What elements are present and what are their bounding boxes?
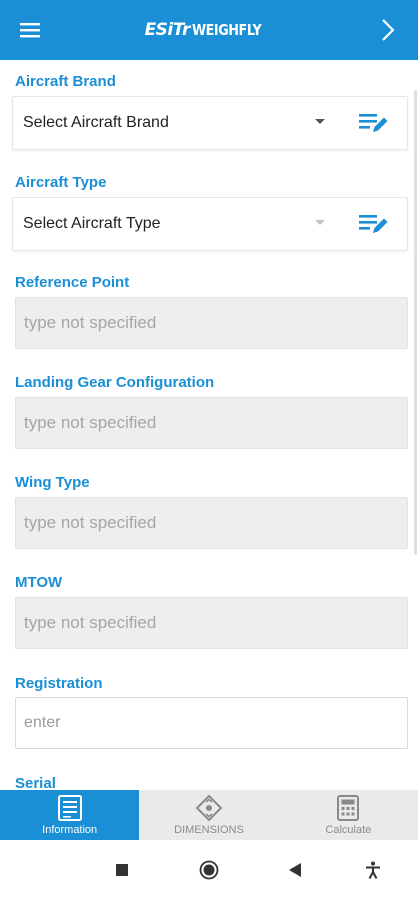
tab-calculate[interactable]: Calculate [279,790,418,840]
edit-list-icon[interactable] [359,212,389,236]
landing-gear-field: type not specified [15,397,408,449]
back-button[interactable] [283,858,307,882]
home-button[interactable] [197,858,221,882]
aircraft-brand-label: Aircraft Brand [15,73,116,90]
bottom-tab-bar: Information DIMENSIONS Calculate [0,790,418,840]
system-nav-bar [0,840,418,900]
chevron-right-icon [382,19,395,41]
reference-point-value: type not specified [24,313,157,332]
registration-label: Registration [15,675,103,692]
edit-list-icon[interactable] [359,111,389,135]
aircraft-type-label: Aircraft Type [15,174,107,191]
landing-gear-value: type not specified [24,413,157,432]
tab-information[interactable]: Information [0,790,140,840]
logo-brand: ESiTr [144,20,191,40]
next-button[interactable] [358,0,418,60]
tab-calculate-label: Calculate [325,824,372,836]
accessibility-button[interactable] [361,858,385,882]
mtow-label: MTOW [15,574,63,591]
back-icon [289,863,301,877]
mtow-field: type not specified [15,597,408,649]
wing-type-value: type not specified [24,513,157,532]
tab-information-label: Information [42,824,98,836]
scrollbar[interactable] [414,90,417,555]
tab-dimensions-label: DIMENSIONS [174,824,244,836]
logo-product: WEIGHFLY [191,21,262,39]
information-form[interactable]: Aircraft Brand Select Aircraft Brand Air… [0,60,418,790]
calculator-icon [334,794,362,822]
registration-input-box[interactable] [15,697,408,749]
form-icon [56,794,84,822]
reference-point-field: type not specified [15,297,408,349]
hamburger-icon [20,23,40,38]
aircraft-brand-select[interactable]: Select Aircraft Brand [12,96,408,150]
menu-button[interactable] [0,0,60,60]
wing-type-field: type not specified [15,497,408,549]
aircraft-type-select[interactable]: Select Aircraft Type [12,197,408,251]
dropdown-arrow-icon [315,119,325,124]
reference-point-label: Reference Point [15,274,130,291]
wing-type-label: Wing Type [15,474,90,491]
recent-apps-icon [116,864,128,876]
app-logo: ESiTr WEIGHFLY [145,20,274,40]
aircraft-type-value: Select Aircraft Type [23,215,161,232]
accessibility-icon [366,861,380,879]
registration-input[interactable] [16,698,407,748]
tab-dimensions[interactable]: DIMENSIONS [139,790,278,840]
recent-apps-button[interactable] [110,858,134,882]
dimensions-icon [195,794,223,822]
app-bar: ESiTr WEIGHFLY [0,0,418,60]
serial-label: Serial [15,775,56,790]
landing-gear-label: Landing Gear Configuration [15,374,215,391]
mtow-value: type not specified [24,613,157,632]
aircraft-brand-value: Select Aircraft Brand [23,114,169,131]
home-icon [199,860,219,880]
dropdown-arrow-icon [315,220,325,225]
